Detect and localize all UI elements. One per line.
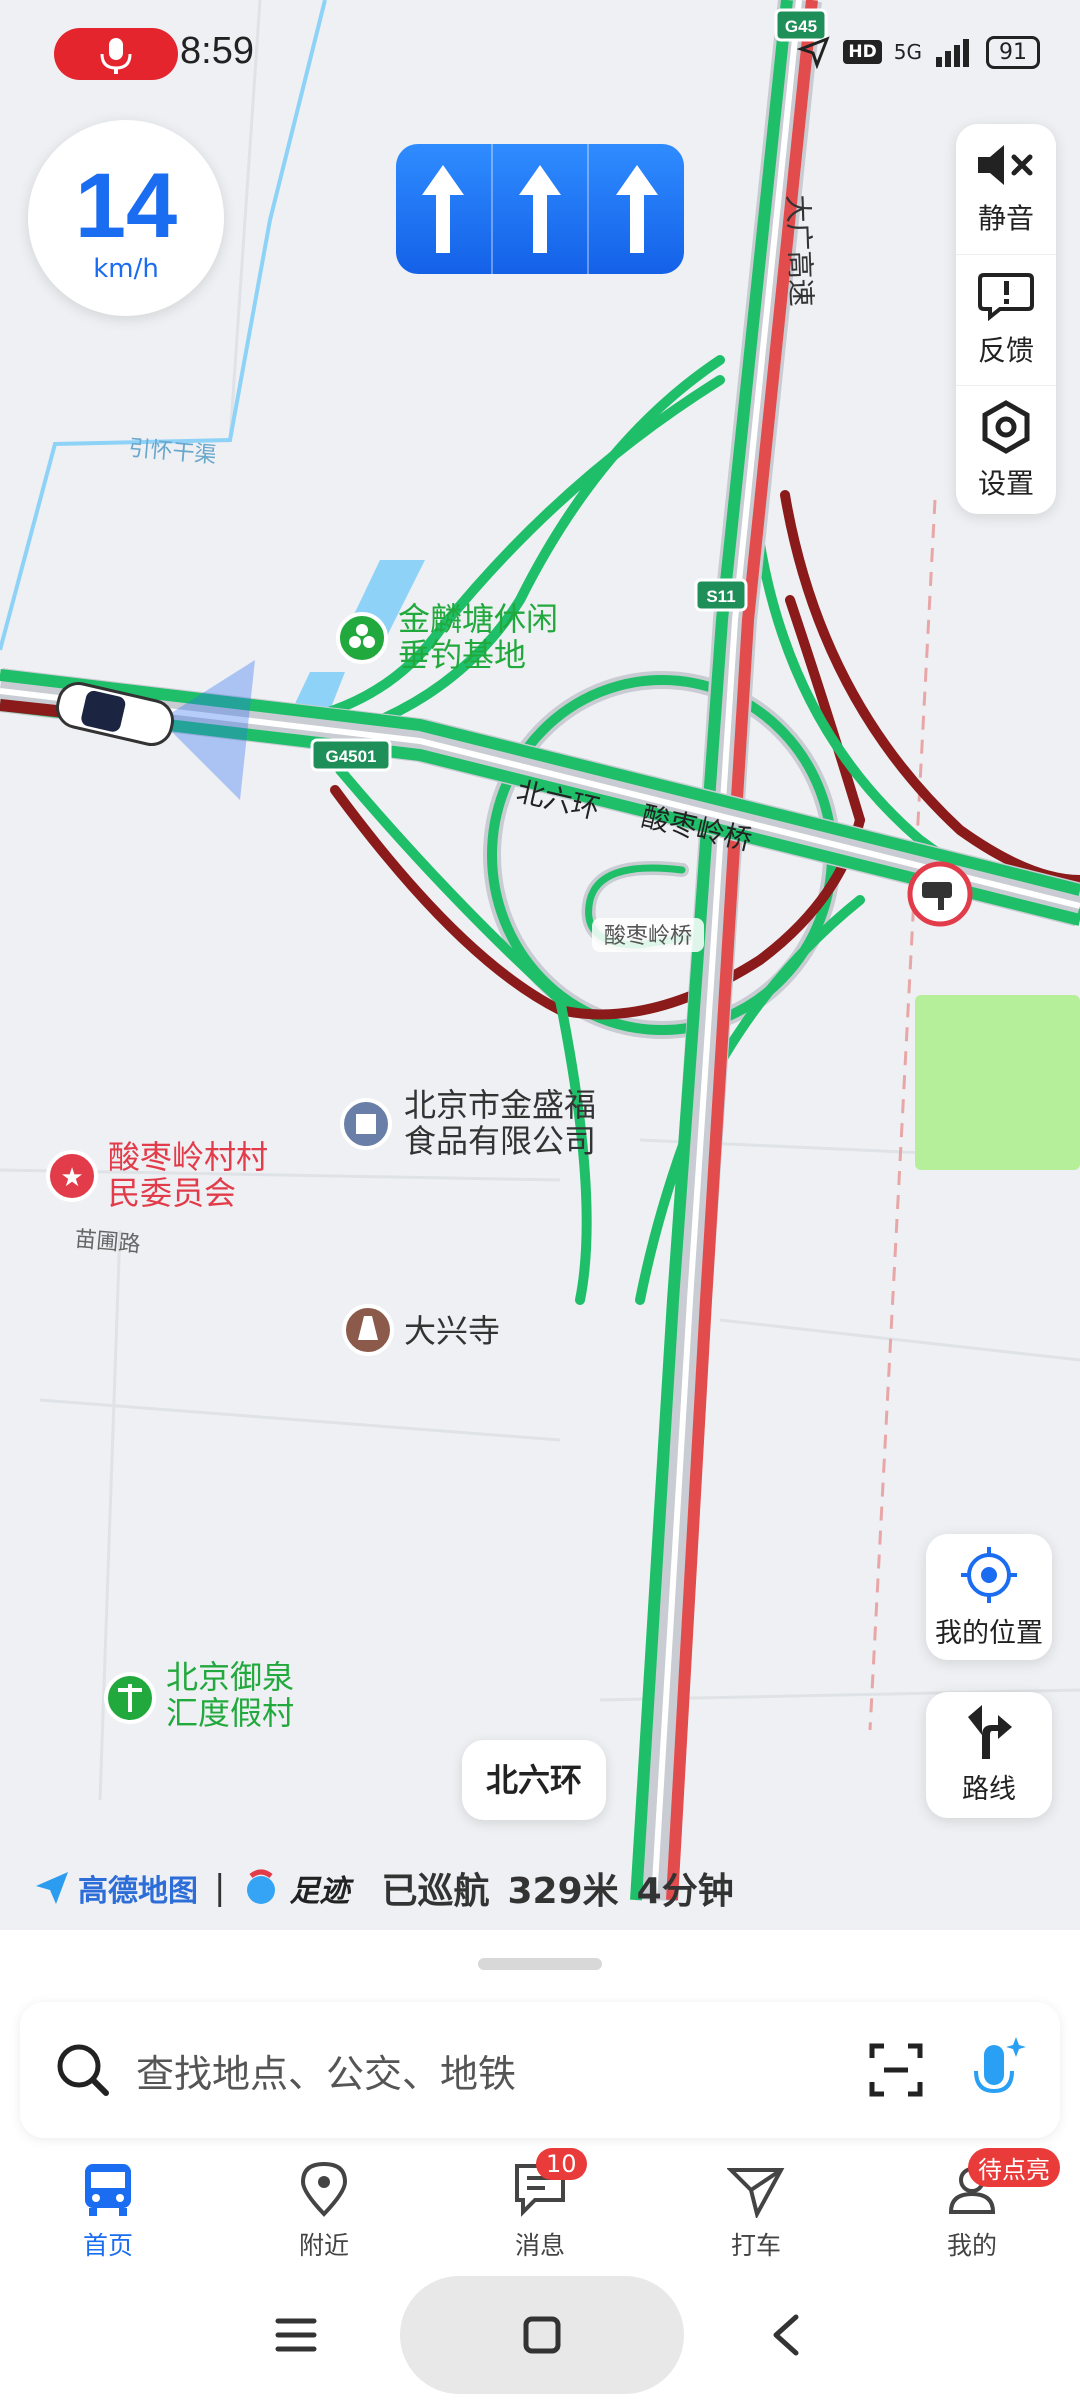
bus-icon (85, 2164, 131, 2216)
menu-icon[interactable] (274, 2315, 318, 2355)
location-pin-icon (300, 2161, 348, 2217)
home-button[interactable] (400, 2276, 684, 2394)
svg-text:★: ★ (60, 1163, 83, 1193)
search-icon (57, 2044, 109, 2096)
network-type: 5G (893, 40, 922, 64)
current-road-label: 北六环 (462, 1740, 607, 1820)
speed-indicator: 14 km/h (28, 120, 224, 316)
svg-text:酸枣岭村村: 酸枣岭村村 (108, 1138, 268, 1176)
poi-temple[interactable]: 大兴寺 (342, 1304, 500, 1356)
map-tools-panel: 静音 反馈 设置 (956, 124, 1056, 514)
search-placeholder[interactable]: 查找地点、公交、地铁 (136, 2043, 868, 2098)
feedback-button[interactable]: 反馈 (956, 255, 1056, 386)
speed-value: 14 (74, 155, 178, 257)
svg-text:金麟塘休闲: 金麟塘休闲 (398, 600, 558, 638)
cruise-label: 已巡航 (381, 1871, 490, 1912)
amap-logo-icon (36, 1872, 68, 1904)
search-bar[interactable]: 查找地点、公交、地铁 (20, 2002, 1060, 2138)
svg-text:北京御泉: 北京御泉 (166, 1658, 294, 1696)
sheet-drag-handle[interactable] (478, 1958, 602, 1970)
message-count-badge: 10 (536, 2148, 587, 2180)
status-icons: HD 5G 91 (797, 30, 1040, 74)
lane-straight-icon (589, 144, 684, 274)
mute-button[interactable]: 静音 (956, 124, 1056, 255)
brand-divider: | (214, 1868, 226, 1908)
profile-badge: 待点亮 (968, 2148, 1060, 2187)
my-location-label: 我的位置 (935, 1617, 1043, 1649)
route-shield-g4501: G4501 (310, 738, 392, 772)
tab-taxi-label: 打车 (730, 2231, 781, 2260)
gear-icon (982, 400, 1030, 454)
taxi-icon (727, 2168, 785, 2218)
footprint-logo-icon (247, 1869, 276, 1904)
svg-text:北京市金盛福: 北京市金盛福 (404, 1086, 596, 1124)
lane-straight-icon (396, 144, 493, 274)
settings-label: 设置 (977, 467, 1034, 500)
microphone-icon (100, 38, 132, 74)
tab-nearby-label: 附近 (298, 2231, 349, 2260)
voice-recording-indicator[interactable] (54, 28, 178, 80)
square-icon (523, 2316, 561, 2354)
battery-icon: 91 (986, 35, 1040, 69)
speed-unit: km/h (93, 254, 159, 284)
mute-label: 静音 (977, 202, 1034, 235)
tab-home-label: 首页 (82, 2231, 133, 2260)
footprint-name: 足迹 (289, 1874, 350, 1909)
navigation-arrow-icon (797, 36, 831, 69)
voice-search-icon[interactable] (966, 2035, 1026, 2105)
lane-guidance (396, 144, 684, 274)
tab-home[interactable]: 首页 (0, 2150, 216, 2270)
system-navigation-bar (0, 2270, 1080, 2400)
back-icon[interactable] (766, 2313, 806, 2357)
svg-text:大兴寺: 大兴寺 (404, 1312, 500, 1350)
status-time: 8:59 (180, 30, 254, 72)
locate-icon (961, 1546, 1017, 1603)
tab-messages-label: 消息 (514, 2231, 565, 2260)
footprint-logo: 足迹 (241, 1866, 349, 1910)
scan-icon[interactable] (868, 2042, 924, 2098)
bottom-tab-bar: 首页 附近 10 消息 打车 待点亮 我的 (0, 2148, 1080, 2270)
route-turn-icon (968, 1704, 1012, 1759)
settings-button[interactable]: 设置 (956, 386, 1056, 516)
cruise-distance: 329米 (507, 1871, 619, 1912)
feedback-label: 反馈 (977, 334, 1034, 367)
mute-icon (978, 145, 1033, 185)
svg-text:S11: S11 (706, 587, 735, 606)
route-shield-s11: S11 (694, 578, 748, 612)
cruise-info-bar: 高德地图 | 足迹 已巡航 329米 4分钟 (34, 1858, 734, 1918)
hd-badge: HD (843, 40, 882, 64)
amap-logo: 高德地图 (34, 1866, 198, 1910)
bridge-small-label: 酸枣岭桥 (604, 924, 692, 949)
svg-text:食品有限公司: 食品有限公司 (404, 1122, 596, 1160)
route-button[interactable]: 路线 (926, 1692, 1052, 1818)
my-location-button[interactable]: 我的位置 (926, 1534, 1052, 1660)
feedback-icon (978, 273, 1034, 321)
svg-text:民委员会: 民委员会 (108, 1174, 236, 1212)
svg-text:汇度假村: 汇度假村 (166, 1694, 294, 1732)
tab-nearby[interactable]: 附近 (216, 2150, 432, 2270)
svg-text:垂钓基地: 垂钓基地 (398, 636, 526, 674)
signal-icon (936, 39, 969, 67)
tab-taxi[interactable]: 打车 (648, 2150, 864, 2270)
svg-text:G4501: G4501 (325, 747, 376, 766)
tab-messages[interactable]: 10 消息 (432, 2148, 648, 2270)
route-label: 路线 (962, 1773, 1016, 1805)
speed-camera-icon (907, 861, 973, 927)
cruise-duration: 4分钟 (636, 1871, 734, 1912)
brand-name: 高德地图 (78, 1874, 198, 1909)
road-label-daguang: 大广高速 (781, 194, 818, 307)
lane-straight-icon (493, 144, 590, 274)
tab-profile-label: 我的 (946, 2231, 997, 2260)
park-area (915, 995, 1080, 1170)
tab-profile[interactable]: 待点亮 我的 (864, 2148, 1080, 2270)
